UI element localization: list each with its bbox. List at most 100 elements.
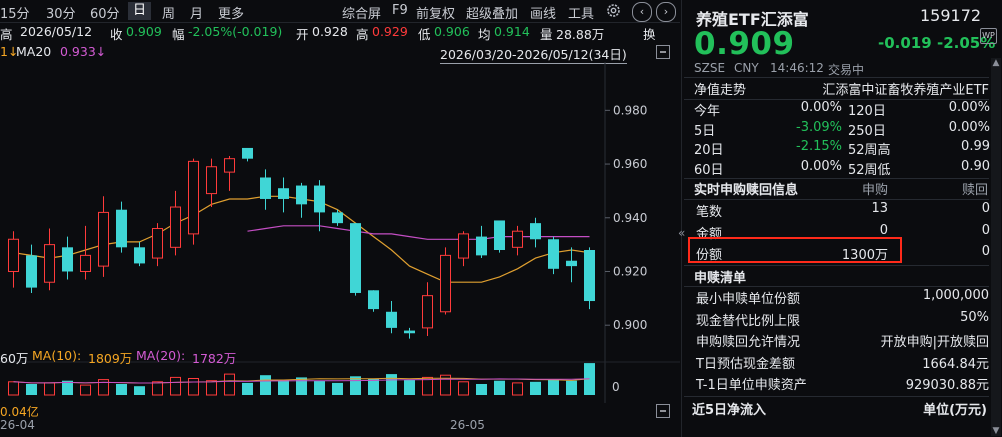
- list-row-label: 申购赎回允许情况: [696, 335, 801, 350]
- collapse-icon[interactable]: [656, 45, 670, 59]
- nav-period-value: 0.00%: [800, 158, 842, 174]
- nav-row: 60日 0.00% 52周低 0.90: [682, 159, 997, 179]
- ma20-value: 0.933↓: [60, 44, 107, 59]
- list-row: 现金替代比例上限 50%: [682, 310, 997, 330]
- panel-collapse-icon[interactable]: «: [678, 226, 685, 240]
- list-row: 最小申赎单位份额 1,000,000: [682, 288, 997, 308]
- list-row-label: T-1日单位申赎资产: [696, 378, 807, 393]
- volume-bar: [368, 378, 379, 395]
- candle-body: [458, 233, 469, 259]
- subscribe-title: 实时申购赎回信息: [694, 183, 799, 198]
- candle-body: [296, 185, 307, 205]
- nav-period-value: 0.00%: [948, 100, 990, 115]
- x-tick-label: 26-04: [0, 418, 35, 432]
- tool-composite-screen[interactable]: 综合屏: [342, 3, 381, 22]
- list-title: 申赎清单: [694, 271, 747, 286]
- subscribe-sell-value: 0: [981, 222, 990, 238]
- period-day[interactable]: 日: [128, 2, 152, 20]
- avg-label: 均: [478, 27, 491, 42]
- period-15min[interactable]: 15分: [0, 3, 30, 22]
- nav-period-label: 60日: [694, 162, 724, 178]
- candle-body: [152, 228, 163, 259]
- volume-bar: [134, 386, 145, 395]
- low-label: 低: [418, 27, 431, 42]
- volume-bar: [548, 379, 559, 395]
- unit-label: 单位(万元): [923, 403, 987, 418]
- period-60min[interactable]: 60分: [90, 3, 120, 22]
- nav-row: 20日 -2.15% 52周高 0.99: [682, 139, 997, 159]
- gear-icon[interactable]: [605, 2, 622, 19]
- market-code: SZSE: [694, 61, 726, 75]
- candle-body: [188, 160, 199, 235]
- date-range[interactable]: 2026/03/20-2026/05/12(34日): [440, 44, 627, 64]
- volume-bar: [476, 384, 487, 395]
- volume-bar: [224, 373, 235, 396]
- change-label: 幅: [172, 27, 185, 42]
- subscribe-buy-value: 13: [871, 201, 888, 216]
- open-value: 0.928: [312, 24, 348, 39]
- nav-period-label: 今年: [694, 104, 721, 119]
- avg-value: 0.914: [494, 24, 530, 39]
- volume-bar: [530, 381, 541, 395]
- subscribe-sell-value: 0: [981, 244, 990, 259]
- candle-body: [404, 330, 415, 334]
- candle-body: [224, 158, 235, 173]
- expand-icon[interactable]: [656, 404, 670, 418]
- close-value: 0.909: [126, 24, 162, 39]
- period-more[interactable]: 更多: [218, 3, 244, 22]
- candle-body: [530, 223, 541, 240]
- nav-period-value: 0.00%: [800, 100, 842, 115]
- wp-icon[interactable]: WP: [980, 28, 997, 44]
- list-row: T-1日单位申赎资产 929030.88元: [682, 374, 997, 394]
- tool-f9[interactable]: F9: [392, 3, 408, 18]
- chevron-right-icon[interactable]: ›: [656, 2, 676, 22]
- period-month[interactable]: 月: [190, 3, 203, 22]
- candle-body: [116, 209, 127, 248]
- candle-body: [62, 247, 73, 272]
- candle-body: [26, 255, 37, 288]
- tool-tools[interactable]: 工具: [568, 3, 594, 22]
- candle-body: [422, 295, 433, 329]
- volume-bar: [116, 384, 127, 395]
- candle-body: [260, 177, 271, 199]
- list-row-label: 现金替代比例上限: [696, 313, 801, 329]
- list-row-value: 929030.88元: [905, 378, 989, 393]
- period-week[interactable]: 周: [162, 3, 175, 22]
- list-row-value: 50%: [960, 309, 989, 325]
- subscribe-row: 笔数 13 0: [682, 201, 997, 221]
- y-tick-label: 0.960: [613, 157, 647, 171]
- turnover-label: 换: [643, 27, 656, 42]
- list-row-label: T日预估现金差额: [696, 356, 795, 372]
- period-30min[interactable]: 30分: [46, 3, 76, 22]
- tool-super-overlay[interactable]: 超级叠加: [466, 3, 518, 22]
- quote-panel: 养殖ETF汇添富 159172 0.909 -0.019 -2.05% SZSE…: [678, 0, 1002, 437]
- candle-body: [566, 260, 577, 267]
- list-row-label: 最小申赎单位份额: [696, 292, 801, 307]
- chevron-left-icon[interactable]: ‹: [632, 2, 652, 22]
- tool-forward-adjust[interactable]: 前复权: [416, 3, 455, 22]
- change-value: -2.05%(-0.019): [188, 24, 283, 39]
- vol-ma20-label: MA(20):: [136, 348, 186, 363]
- nav-period-value: 0.90: [961, 158, 990, 174]
- nav-period-label: 52周高: [848, 143, 891, 158]
- high-label: 高: [356, 27, 369, 42]
- scroll-down-icon[interactable]: ▼: [991, 426, 1001, 436]
- volume-ytick: 0: [612, 380, 620, 394]
- high-value: 0.929: [372, 24, 408, 39]
- scroll-up-icon[interactable]: ▲: [991, 58, 1001, 68]
- y-tick-label: 0.920: [613, 264, 647, 278]
- scrollbar[interactable]: ▲ ▼: [991, 58, 1001, 436]
- candle-body: [440, 254, 451, 313]
- y-tick-label: 0.980: [613, 103, 647, 117]
- nav-period-label: 120日: [848, 104, 886, 119]
- volume-bar: [206, 380, 217, 396]
- subscribe-sell-value: 0: [981, 201, 990, 216]
- vol-label: 量: [540, 27, 553, 42]
- x-tick-label: 26-05: [450, 418, 485, 432]
- close-label: 收: [110, 27, 123, 42]
- nav-period-label: 5日: [694, 123, 716, 139]
- highlight-box: [688, 237, 902, 263]
- vol-ma20-value: 1782万: [192, 351, 237, 366]
- tool-draw-line[interactable]: 画线: [530, 3, 556, 22]
- candle-body: [44, 244, 55, 283]
